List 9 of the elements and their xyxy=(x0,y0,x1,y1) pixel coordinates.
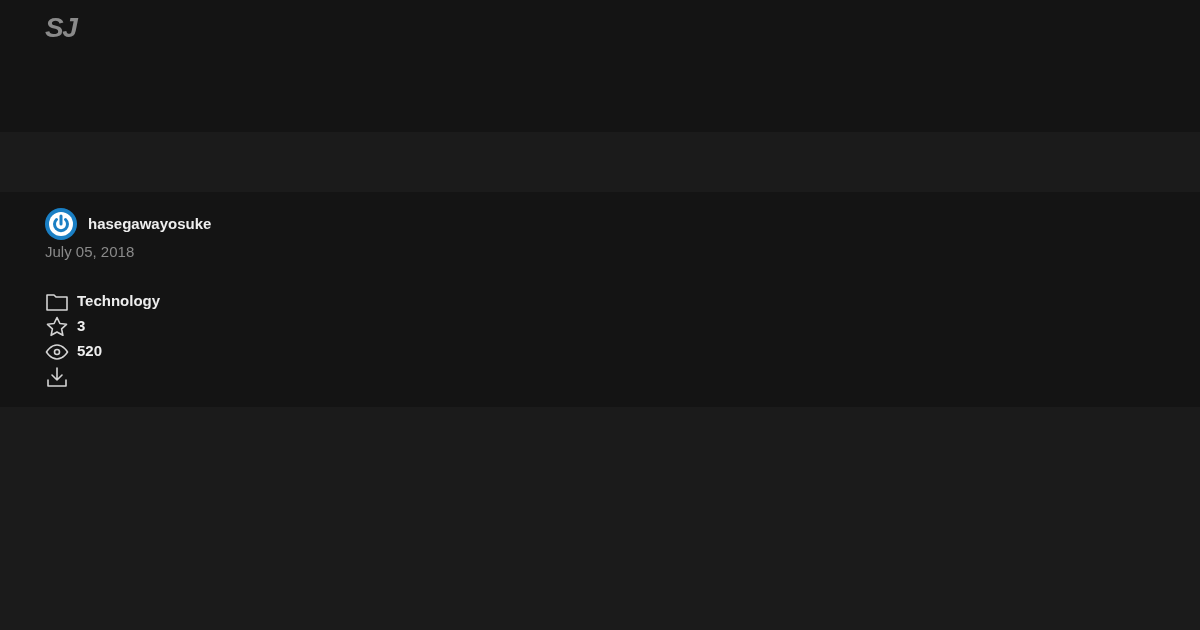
view-count: 520 xyxy=(77,341,103,362)
logo[interactable]: SJ xyxy=(45,12,77,43)
category-label[interactable]: Technology xyxy=(77,290,161,313)
avatar-icon xyxy=(45,208,77,240)
post-date: July 05, 2018 xyxy=(45,242,136,262)
author-name[interactable]: hasegawayosuke xyxy=(88,212,212,236)
star-icon xyxy=(45,314,69,339)
star-count: 3 xyxy=(77,316,86,337)
download-icon[interactable] xyxy=(45,364,69,389)
